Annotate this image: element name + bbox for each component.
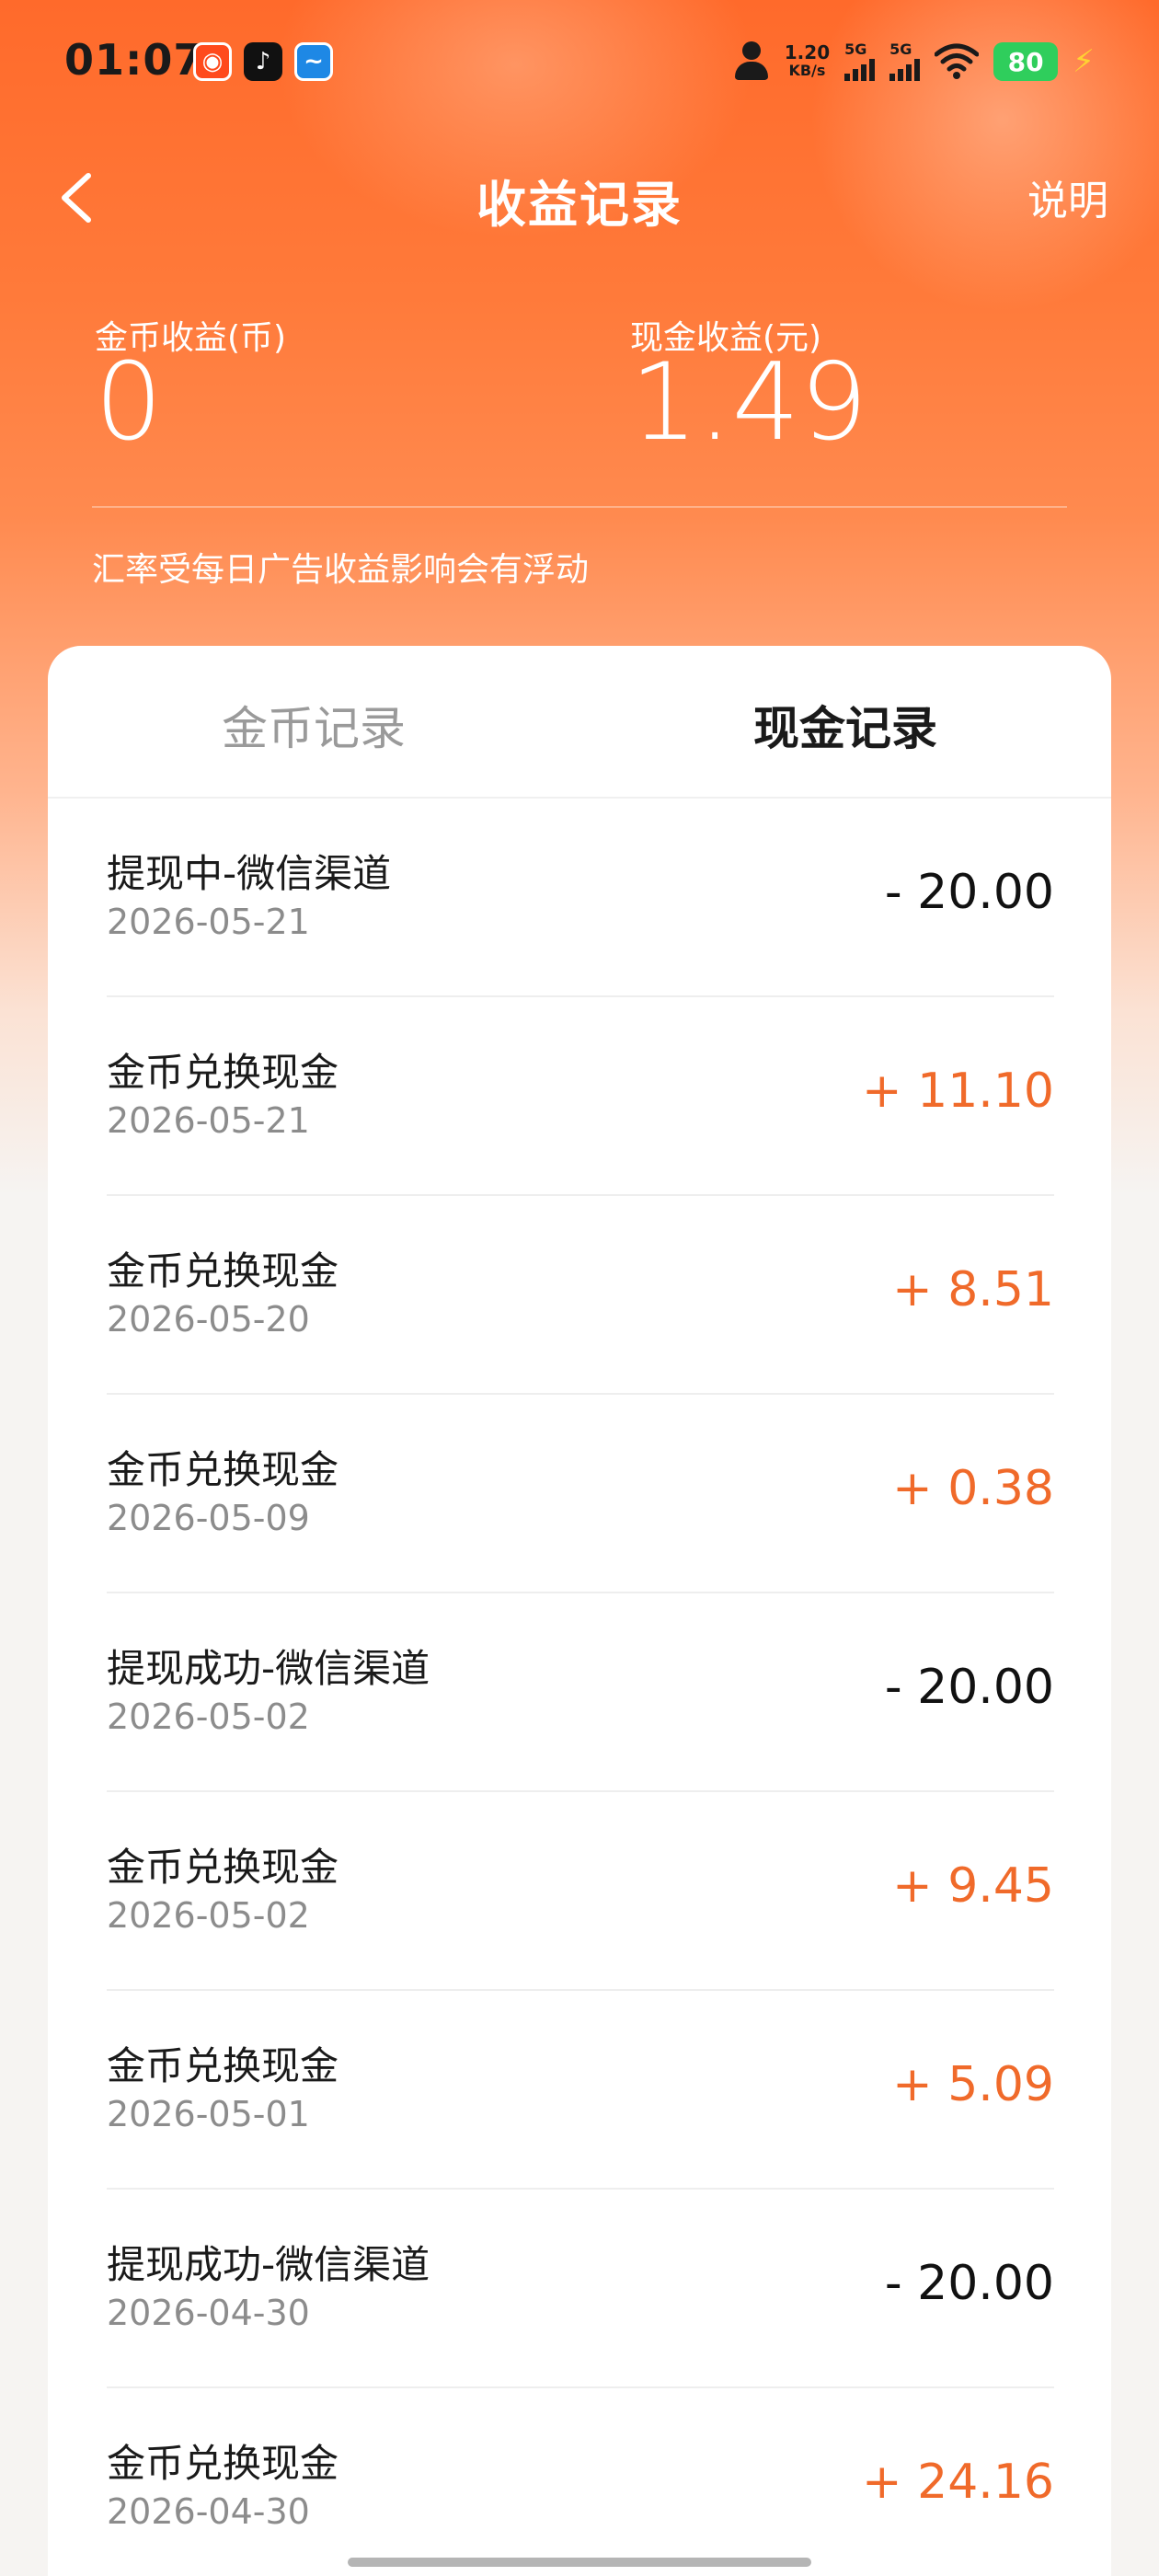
- charging-icon: ⚡: [1073, 43, 1095, 80]
- record-amount: - 20.00: [884, 2256, 1054, 2311]
- record-date: 2026-05-21: [107, 1100, 310, 1141]
- record-tabs: 金币记录 现金记录: [48, 646, 1111, 799]
- signal-label: 5G: [844, 40, 867, 58]
- signal-bars-icon: [889, 57, 921, 81]
- record-title: 提现成功-微信渠道: [107, 2242, 430, 2287]
- list-item[interactable]: 金币兑换现金 2026-04-30 + 24.16: [107, 2388, 1054, 2576]
- record-date: 2026-05-20: [107, 1299, 310, 1340]
- record-amount: + 0.38: [892, 1461, 1054, 1516]
- record-amount: + 8.51: [892, 1262, 1054, 1317]
- signal-1: 5G: [844, 40, 876, 81]
- record-date: 2026-04-30: [107, 2491, 310, 2532]
- status-time: 01:07: [64, 35, 204, 85]
- cash-earnings-value: 1.49: [630, 340, 868, 465]
- list-item[interactable]: 金币兑换现金 2026-05-20 + 8.51: [107, 1196, 1054, 1395]
- record-date: 2026-05-01: [107, 2094, 310, 2134]
- list-item[interactable]: 提现中-微信渠道 2026-05-21 - 20.00: [107, 799, 1054, 997]
- coin-earnings-value: 0: [95, 340, 163, 465]
- record-title: 金币兑换现金: [107, 2441, 339, 2486]
- status-indicators: 1.20 KB/s 5G 5G 80 ⚡: [733, 39, 1095, 85]
- tab-coin-records[interactable]: 金币记录: [48, 692, 580, 758]
- tab-cash-records[interactable]: 现金记录: [580, 692, 1111, 758]
- list-item[interactable]: 金币兑换现金 2026-05-01 + 5.09: [107, 1991, 1054, 2190]
- speed-unit: KB/s: [788, 62, 826, 79]
- exchange-rate-note: 汇率受每日广告收益影响会有浮动: [92, 551, 590, 589]
- record-title: 提现成功-微信渠道: [107, 1646, 430, 1691]
- records-card: 金币记录 现金记录 提现中-微信渠道 2026-05-21 - 20.00 金币…: [48, 646, 1111, 2576]
- record-date: 2026-05-21: [107, 902, 310, 942]
- explain-button[interactable]: 说明: [1027, 167, 1108, 226]
- record-title: 金币兑换现金: [107, 1248, 339, 1294]
- record-date: 2026-05-02: [107, 1696, 310, 1737]
- signal-bars-icon: [844, 57, 876, 81]
- network-speed: 1.20 KB/s: [785, 43, 830, 80]
- record-amount: + 24.16: [862, 2455, 1054, 2510]
- tiktok-icon: ♪: [244, 42, 282, 81]
- page-title: 收益记录: [476, 176, 683, 234]
- list-item[interactable]: 提现成功-微信渠道 2026-04-30 - 20.00: [107, 2190, 1054, 2388]
- home-indicator[interactable]: [348, 2558, 811, 2567]
- record-amount: - 20.00: [884, 1660, 1054, 1715]
- record-title: 金币兑换现金: [107, 1845, 339, 1890]
- speed-value: 1.20: [784, 41, 831, 63]
- bird-app-icon: ~: [294, 42, 333, 81]
- wifi-icon: [935, 43, 980, 79]
- list-item[interactable]: 金币兑换现金 2026-05-02 + 9.45: [107, 1792, 1054, 1991]
- status-bar: 01:07 ◉ ♪ ~ 1.20 KB/s 5G 5G 80 ⚡: [0, 0, 1159, 120]
- record-amount: + 9.45: [892, 1858, 1054, 1914]
- record-title: 金币兑换现金: [107, 1050, 339, 1095]
- record-date: 2026-04-30: [107, 2293, 310, 2333]
- list-item[interactable]: 金币兑换现金 2026-05-09 + 0.38: [107, 1395, 1054, 1593]
- records-list: 提现中-微信渠道 2026-05-21 - 20.00 金币兑换现金 2026-…: [107, 799, 1054, 2576]
- record-date: 2026-05-09: [107, 1498, 310, 1538]
- record-amount: + 5.09: [892, 2057, 1054, 2112]
- battery-indicator: 80: [993, 42, 1059, 81]
- record-title: 金币兑换现金: [107, 2043, 339, 2088]
- record-amount: + 11.10: [862, 1064, 1054, 1119]
- person-icon: [733, 41, 770, 82]
- record-date: 2026-05-02: [107, 1895, 310, 1936]
- record-title: 提现中-微信渠道: [107, 851, 392, 896]
- divider: [92, 506, 1067, 508]
- record-amount: - 20.00: [884, 865, 1054, 920]
- signal-2: 5G: [889, 40, 921, 81]
- record-title: 金币兑换现金: [107, 1447, 339, 1492]
- list-item[interactable]: 提现成功-微信渠道 2026-05-02 - 20.00: [107, 1593, 1054, 1792]
- list-item[interactable]: 金币兑换现金 2026-05-21 + 11.10: [107, 997, 1054, 1196]
- signal-label: 5G: [889, 40, 912, 58]
- weibo-icon: ◉: [193, 42, 232, 81]
